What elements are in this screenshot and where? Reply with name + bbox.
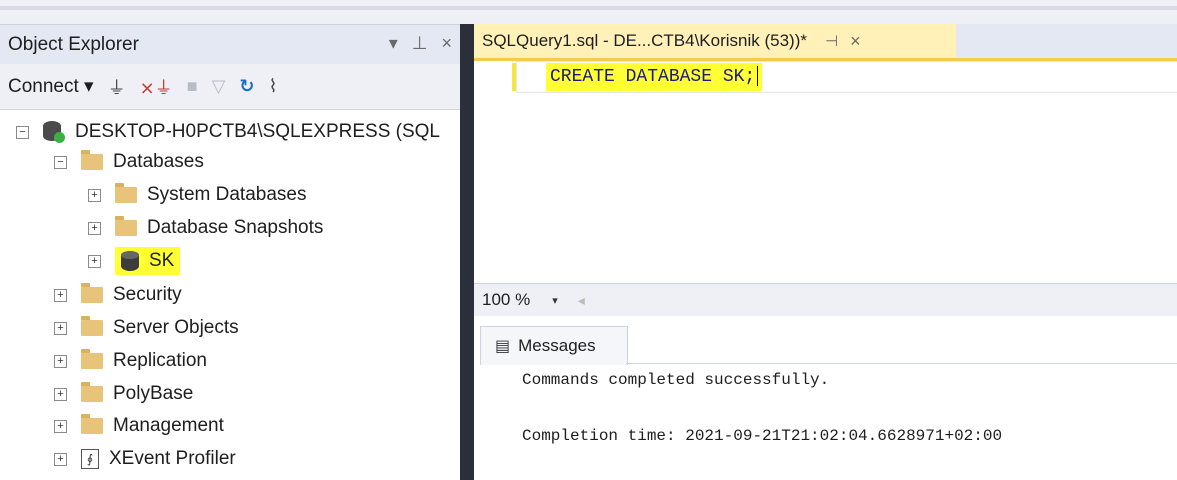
filter-icon[interactable]: ▽ (212, 76, 226, 97)
sql-code-text: CREATE DATABASE SK; (550, 67, 756, 87)
message-line: Completion time: 2021-09-21T21:02:04.662… (522, 427, 1003, 445)
editor-gutter (474, 61, 508, 283)
connect-plug-icon[interactable]: ⏚ (108, 74, 126, 100)
expand-icon[interactable]: + (54, 452, 67, 466)
tree-node-server-label: DESKTOP-H0PCTB4\SQLEXPRESS (SQL (75, 121, 440, 142)
window-position-dropdown-icon[interactable]: ▾ (389, 33, 398, 54)
folder-icon (81, 283, 103, 303)
folder-icon (81, 382, 103, 402)
folder-icon (115, 216, 137, 236)
top-strip (0, 0, 1177, 24)
object-explorer-title-bar: Object Explorer ▾ ⊥ × (0, 24, 460, 65)
close-icon[interactable]: × (441, 33, 452, 54)
results-pane: ▤ Messages Commands completed successful… (474, 316, 1177, 480)
messages-icon: ▤ (495, 338, 511, 355)
tree-node-xevent-profiler-label: XEvent Profiler (109, 448, 236, 469)
expand-icon[interactable]: + (54, 288, 67, 302)
tab-pin-icon[interactable]: ⊣ (825, 32, 838, 50)
folder-icon (115, 183, 137, 203)
tree-node-management-label: Management (113, 415, 224, 436)
pin-icon[interactable]: ⊥ (412, 33, 428, 54)
object-explorer-toolbar: Connect ▾ ⏚ ⨯⏚ ■ ▽ ↻ ⌇ (0, 64, 460, 110)
expand-icon[interactable]: + (88, 254, 101, 268)
tree-node-xevent-profiler[interactable]: + ∮ XEvent Profiler (54, 443, 236, 475)
disconnect-icon[interactable]: ⨯⏚ (140, 74, 173, 100)
collapse-icon[interactable]: − (54, 155, 67, 169)
tree-node-databases-label: Databases (113, 151, 204, 172)
expand-icon[interactable]: + (54, 354, 67, 368)
folder-icon (81, 316, 103, 336)
tree-node-database-snapshots-label: Database Snapshots (147, 217, 324, 238)
tree-node-security[interactable]: + Security (54, 279, 182, 311)
query-tab-title: SQLQuery1.sql - DE...CTB4\Korisnik (53))… (482, 31, 807, 50)
tab-messages[interactable]: ▤ Messages (480, 326, 628, 365)
collapse-icon[interactable]: − (16, 125, 29, 139)
zoom-dropdown-icon[interactable]: ▾ (552, 294, 558, 307)
tree-node-management[interactable]: + Management (54, 410, 224, 442)
sk-highlight: SK (115, 247, 181, 275)
tree-node-system-databases-label: System Databases (147, 184, 307, 205)
scroll-left-icon[interactable]: ◂ (578, 292, 585, 309)
sql-code-line[interactable]: CREATE DATABASE SK; (546, 63, 763, 91)
text-caret (757, 66, 759, 87)
message-line: Commands completed successfully. (522, 371, 830, 389)
connect-button[interactable]: Connect ▾ (8, 75, 94, 98)
tree-node-polybase-label: PolyBase (113, 383, 194, 404)
tree-node-replication-label: Replication (113, 350, 207, 371)
tree-node-database-snapshots[interactable]: + Database Snapshots (88, 212, 323, 244)
pane-splitter[interactable] (460, 24, 474, 480)
query-editor[interactable]: CREATE DATABASE SK; (474, 61, 1177, 283)
tree-node-security-label: Security (113, 284, 182, 305)
expand-icon[interactable]: + (88, 221, 101, 235)
expand-icon[interactable]: + (88, 188, 101, 202)
tree-node-system-databases[interactable]: + System Databases (88, 179, 306, 211)
refresh-icon[interactable]: ↻ (239, 76, 254, 97)
folder-icon (81, 150, 103, 170)
activity-monitor-icon[interactable]: ⌇ (269, 76, 278, 97)
expand-icon[interactable]: + (54, 321, 67, 335)
query-tab[interactable]: SQLQuery1.sql - DE...CTB4\Korisnik (53))… (474, 24, 956, 58)
tree-node-server-objects-label: Server Objects (113, 317, 239, 338)
expand-icon[interactable]: + (54, 419, 67, 433)
tree-node-sk-label: SK (149, 250, 175, 271)
tree-node-sk[interactable]: + SK (88, 245, 181, 277)
folder-icon (81, 414, 103, 434)
tree-node-server-objects[interactable]: + Server Objects (54, 312, 239, 344)
xevent-profiler-icon: ∮ (81, 449, 99, 469)
tree-node-polybase[interactable]: + PolyBase (54, 378, 193, 410)
stop-icon[interactable]: ■ (187, 76, 198, 97)
server-icon (43, 121, 65, 143)
zoom-bar: 100 % ▾ ◂ (474, 283, 1177, 317)
zoom-level[interactable]: 100 % (482, 290, 530, 310)
tab-messages-label: Messages (518, 336, 596, 355)
tree-node-server[interactable]: − DESKTOP-H0PCTB4\SQLEXPRESS (SQL (16, 116, 440, 148)
tab-close-icon[interactable]: × (850, 31, 861, 52)
object-explorer-title: Object Explorer (8, 34, 139, 55)
tree-node-replication[interactable]: + Replication (54, 345, 207, 377)
object-explorer-tree: − DESKTOP-H0PCTB4\SQLEXPRESS (SQL − Data… (0, 110, 460, 480)
database-icon (121, 251, 139, 271)
folder-icon (81, 349, 103, 369)
expand-icon[interactable]: + (54, 387, 67, 401)
tree-node-databases[interactable]: − Databases (54, 146, 204, 178)
